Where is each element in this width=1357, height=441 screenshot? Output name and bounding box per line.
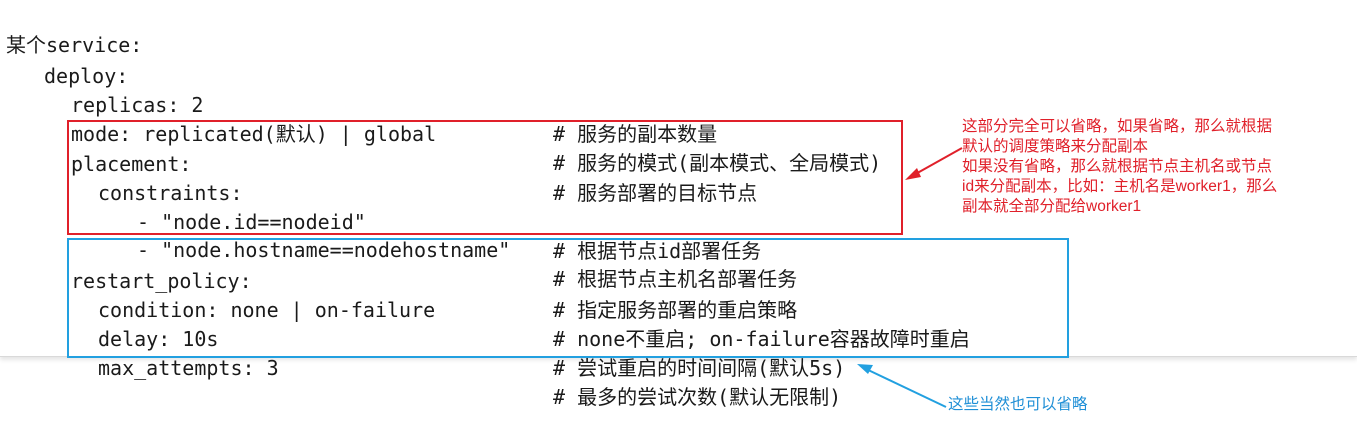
code-line: replicas: 2 # 服务的副本数量 — [0, 62, 1357, 146]
blue-arrow-icon — [857, 364, 947, 408]
code-text: max_attempts: 3 — [98, 356, 279, 380]
code-line: mode: replicated(默认) | global # 服务的模式(副本… — [0, 91, 1357, 175]
placement-highlight-box — [67, 120, 903, 235]
code-comment: # 尝试重启的时间间隔(默认5s) — [553, 356, 846, 380]
code-line: 某个service: — [6, 2, 142, 57]
restart-policy-annotation: 这些当然也可以省略 — [948, 396, 1088, 413]
placement-annotation: 这部分完全可以省略，如果省略，那么就根据 默认的调度策略来分配副本 如果没有省略… — [962, 118, 1278, 215]
restart-policy-highlight-box — [67, 238, 1069, 358]
code-comment: # 最多的尝试次数(默认无限制) — [553, 385, 842, 409]
code-line: deploy: — [0, 33, 1357, 88]
